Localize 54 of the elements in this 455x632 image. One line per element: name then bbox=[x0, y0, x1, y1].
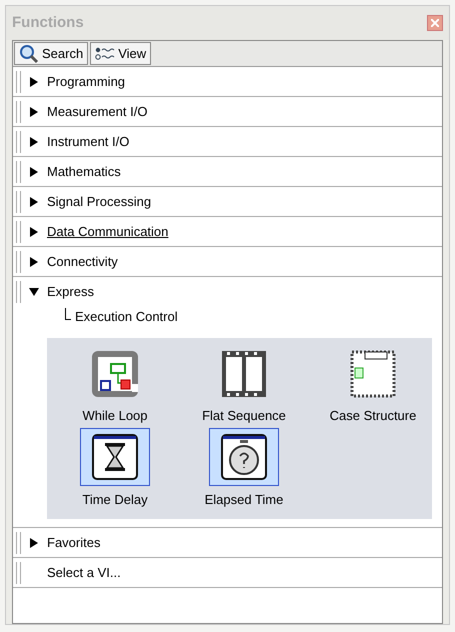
close-icon bbox=[431, 19, 439, 27]
tree-connector bbox=[65, 308, 71, 320]
category-label[interactable]: Connectivity bbox=[47, 252, 118, 272]
category-label[interactable]: Mathematics bbox=[47, 162, 121, 182]
action-row[interactable]: Select a VI... bbox=[13, 558, 442, 587]
expand-arrow-icon[interactable] bbox=[29, 538, 39, 548]
close-button[interactable] bbox=[427, 15, 443, 31]
category-row[interactable]: Measurement I/O bbox=[13, 97, 442, 126]
category-row[interactable]: Signal Processing bbox=[13, 187, 442, 216]
expand-arrow-icon[interactable] bbox=[29, 136, 39, 146]
category-row[interactable]: Connectivity bbox=[13, 247, 442, 276]
view-button[interactable]: View bbox=[90, 42, 152, 65]
grip-handle[interactable] bbox=[16, 160, 21, 182]
category-row[interactable]: Instrument I/O bbox=[13, 127, 442, 156]
category-row[interactable]: Programming bbox=[13, 67, 442, 96]
expand-arrow-icon[interactable] bbox=[29, 106, 39, 116]
window-title: Functions bbox=[12, 12, 84, 33]
category-label[interactable]: Select a VI... bbox=[47, 562, 121, 582]
grip-handle[interactable] bbox=[16, 100, 21, 122]
grip-handle[interactable] bbox=[16, 190, 21, 212]
category-label[interactable]: Favorites bbox=[47, 532, 100, 552]
while-loop-icon bbox=[89, 348, 141, 400]
expand-arrow-icon[interactable] bbox=[29, 76, 39, 86]
collapse-arrow-icon[interactable] bbox=[29, 286, 39, 296]
search-button[interactable]: Search bbox=[14, 42, 88, 65]
grip-handle[interactable] bbox=[16, 280, 21, 302]
grip-handle[interactable] bbox=[16, 130, 21, 152]
expand-arrow-icon[interactable] bbox=[29, 256, 39, 266]
category-label[interactable]: Measurement I/O bbox=[47, 102, 148, 122]
expand-arrow-icon[interactable] bbox=[29, 166, 39, 176]
category-label[interactable]: Express bbox=[47, 282, 94, 302]
grip-handle[interactable] bbox=[16, 532, 21, 554]
palette-item[interactable]: While Loop bbox=[55, 346, 175, 428]
category-row[interactable]: Express bbox=[13, 277, 442, 306]
expand-arrow-icon[interactable] bbox=[29, 226, 39, 236]
expand-arrow-icon[interactable] bbox=[29, 196, 39, 206]
category-label[interactable]: Data Communication bbox=[47, 222, 168, 242]
category-label[interactable]: Instrument I/O bbox=[47, 132, 130, 152]
grip-handle[interactable] bbox=[16, 562, 21, 584]
search-icon bbox=[19, 44, 39, 64]
category-label[interactable]: Programming bbox=[47, 72, 126, 92]
category-row[interactable]: Data Communication bbox=[13, 217, 442, 246]
grip-handle[interactable] bbox=[16, 250, 21, 272]
palette-item[interactable]: Elapsed Time bbox=[179, 428, 309, 511]
subcategory-label[interactable]: Execution Control bbox=[75, 306, 178, 328]
list-view-icon bbox=[95, 46, 116, 60]
category-row[interactable]: Mathematics bbox=[13, 157, 442, 186]
grip-handle[interactable] bbox=[16, 220, 21, 242]
category-row[interactable]: Favorites bbox=[13, 528, 442, 557]
grip-handle[interactable] bbox=[16, 70, 21, 92]
palette-item[interactable]: Time Delay bbox=[55, 428, 175, 511]
category-label[interactable]: Signal Processing bbox=[47, 192, 152, 212]
palette-item[interactable]: Case Structure bbox=[313, 346, 433, 428]
palette-item[interactable]: Flat Sequence bbox=[179, 346, 309, 428]
